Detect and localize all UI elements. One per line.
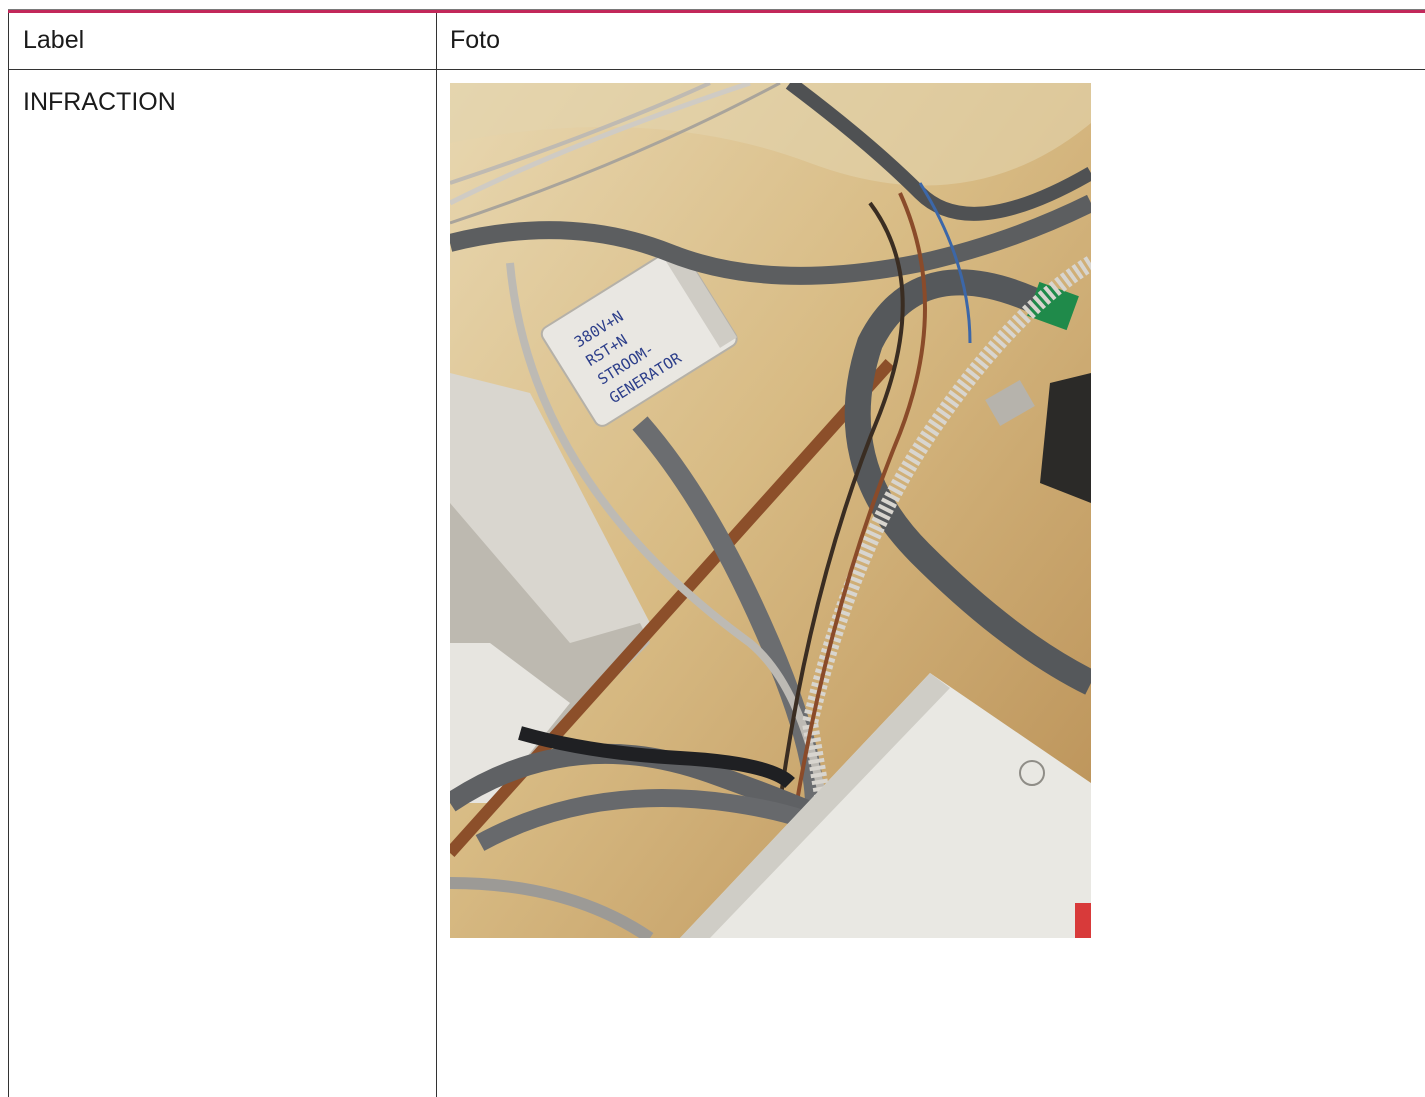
row-label-cell: INFRACTION — [23, 88, 176, 116]
wiring-photo: 380V+N RST+N STROOM- GENERATOR — [450, 83, 1091, 938]
report-table: Label Foto INFRACTION 380V+N RST+N STROO… — [8, 13, 1425, 1097]
column-divider — [436, 13, 437, 1097]
column-header-foto: Foto — [450, 26, 501, 54]
header-divider — [9, 69, 1425, 70]
column-header-label: Label — [23, 26, 85, 54]
